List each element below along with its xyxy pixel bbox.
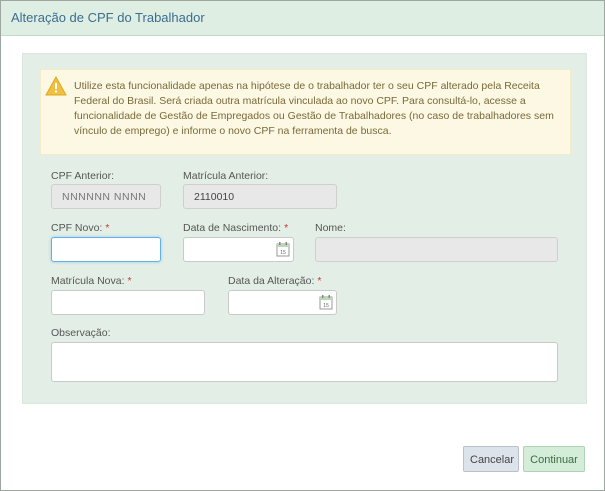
nome-field xyxy=(315,237,558,262)
change-cpf-dialog: Alteração de CPF do Trabalhador Utilize … xyxy=(0,0,605,491)
calendar-icon[interactable]: 15 xyxy=(319,294,333,310)
matricula-anterior-value: 2110010 xyxy=(194,191,235,203)
warning-text: Utilize esta funcionalidade apenas na hi… xyxy=(74,80,554,137)
cpf-anterior-value: NNNNNN NNNN xyxy=(62,191,147,203)
continue-button[interactable]: Continuar xyxy=(523,446,585,472)
matricula-anterior-field: 2110010 xyxy=(183,184,337,209)
data-alteracao-label: Data da Alteração: * xyxy=(228,275,322,287)
form-panel: Utilize esta funcionalidade apenas na hi… xyxy=(22,53,587,404)
cpf-anterior-field: NNNNNN NNNN xyxy=(51,184,161,209)
svg-text:15: 15 xyxy=(323,303,329,309)
calendar-icon[interactable]: 15 xyxy=(276,241,290,257)
observacao-label: Observação: xyxy=(51,327,111,339)
svg-text:15: 15 xyxy=(280,250,286,256)
dialog-header: Alteração de CPF do Trabalhador xyxy=(1,1,604,36)
dialog-title: Alteração de CPF do Trabalhador xyxy=(11,10,205,25)
warning-icon xyxy=(45,76,67,96)
warning-alert: Utilize esta funcionalidade apenas na hi… xyxy=(40,69,571,155)
cancel-button[interactable]: Cancelar xyxy=(463,446,519,472)
cpf-anterior-label: CPF Anterior: xyxy=(51,170,115,182)
data-nascimento-input[interactable]: 15 xyxy=(183,237,294,262)
observacao-textarea[interactable] xyxy=(51,342,558,382)
data-nascimento-label: Data de Nascimento: * xyxy=(183,222,289,234)
data-alteracao-input[interactable]: 15 xyxy=(228,290,337,315)
cpf-novo-input[interactable] xyxy=(51,237,161,262)
nome-label: Nome: xyxy=(315,222,346,234)
matricula-anterior-label: Matrícula Anterior: xyxy=(183,170,269,182)
matricula-nova-input[interactable] xyxy=(51,290,205,315)
matricula-nova-label: Matrícula Nova: * xyxy=(51,275,132,287)
cpf-novo-label: CPF Novo: * xyxy=(51,222,110,234)
